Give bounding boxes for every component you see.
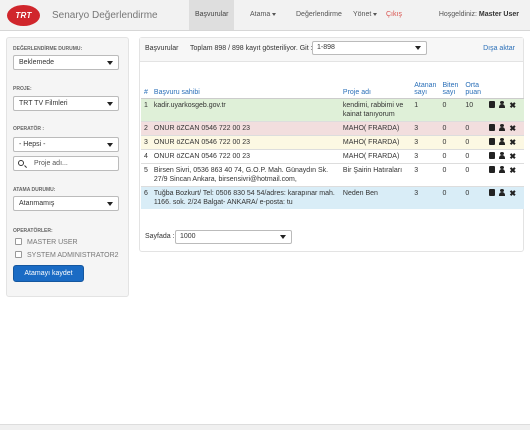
app-title[interactable]: Senaryo Değerlendirme: [52, 10, 158, 21]
project-search-input[interactable]: Proje adı...: [13, 156, 119, 171]
chevron-down-icon: [107, 61, 113, 65]
row-actions: ✖: [484, 97, 524, 121]
book-icon[interactable]: [489, 188, 496, 196]
chevron-down-icon: [280, 235, 286, 239]
table-row[interactable]: 1 kadir.uyarkosgeb.gov.tr kendimi, rabbi…: [141, 97, 524, 121]
table-row[interactable]: 5 Birsen Sivri, 0536 863 40 74, G.O.P. M…: [141, 162, 524, 186]
applications-table: # Başvuru sahibi Proje adı Atanan sayı B…: [141, 74, 524, 209]
status-label: DEĞERLENDİRME DURUMU:: [13, 46, 83, 52]
user-greeting: Hoşgeldiniz: Master User: [438, 11, 519, 18]
close-icon[interactable]: ✖: [509, 152, 516, 160]
assign-label: ATAMA DURUMU:: [13, 187, 56, 193]
checkbox[interactable]: [15, 238, 22, 245]
table-row[interactable]: 3 ONUR öZCAN 0546 722 00 23 MAHO( FRARDA…: [141, 134, 524, 149]
assign-select[interactable]: Atanmamış: [13, 196, 119, 211]
chevron-down-icon: [373, 12, 378, 16]
project-label: PROJE:: [13, 86, 32, 92]
col-owner[interactable]: Başvuru sahibi: [150, 74, 340, 99]
col-avg[interactable]: Orta puan: [462, 74, 485, 99]
record-summary: Toplam 898 / 898 kayıt gösteriliyor. Git…: [190, 45, 313, 52]
book-icon[interactable]: [489, 123, 496, 131]
col-index[interactable]: #: [141, 74, 151, 99]
checkbox[interactable]: [15, 251, 22, 258]
table-row[interactable]: 2 ONUR öZCAN 0546 722 00 23 MAHO( FRARDA…: [141, 120, 524, 135]
panel-toolbar: Başvurular Toplam 898 / 898 kayıt göster…: [140, 38, 523, 62]
nav-degerlendirme[interactable]: Değerlendirme: [290, 0, 348, 30]
operator-checkbox-master[interactable]: MASTER USER: [15, 238, 78, 246]
table-header-row: # Başvuru sahibi Proje adı Atanan sayı B…: [141, 74, 524, 99]
chevron-down-icon: [107, 143, 113, 147]
close-icon[interactable]: ✖: [509, 101, 516, 109]
col-assigned[interactable]: Atanan sayı: [411, 74, 440, 99]
filter-sidebar: DEĞERLENDİRME DURUMU: Beklemede PROJE: T…: [6, 37, 129, 297]
nav-atama[interactable]: Atama: [244, 0, 282, 30]
export-link[interactable]: Dışa aktar: [483, 45, 515, 52]
book-icon[interactable]: [489, 100, 496, 108]
page-range-select[interactable]: 1-898: [312, 41, 427, 55]
project-select[interactable]: TRT TV Filmleri: [13, 96, 119, 111]
table-row[interactable]: 4 ONUR öZCAN 0546 722 00 23 MAHO( FRARDA…: [141, 148, 524, 163]
chevron-down-icon: [107, 202, 113, 206]
save-assignment-button[interactable]: Atamayı kaydet: [13, 265, 84, 282]
chevron-down-icon: [415, 46, 421, 50]
chevron-down-icon: [107, 102, 113, 106]
trt-logo[interactable]: TRT: [7, 5, 40, 26]
row-actions: ✖: [484, 148, 524, 163]
row-actions: ✖: [484, 185, 524, 209]
operators-label: OPERATÖRLER:: [13, 228, 53, 234]
row-actions: ✖: [484, 120, 524, 135]
page-footer: [0, 424, 530, 430]
nav-yonet[interactable]: Yönet: [347, 0, 383, 30]
user-icon[interactable]: [499, 100, 506, 108]
book-icon[interactable]: [489, 151, 496, 159]
top-navbar: TRT Senaryo Değerlendirme Başvurular Ata…: [0, 0, 530, 31]
user-icon[interactable]: [499, 165, 506, 173]
book-icon[interactable]: [489, 137, 496, 145]
table-row[interactable]: 6 Tuğba Bozkurt/ Tel: 0506 830 54 54/adr…: [141, 185, 524, 209]
user-icon[interactable]: [499, 151, 506, 159]
col-done[interactable]: Biten sayı: [439, 74, 463, 99]
book-icon[interactable]: [489, 165, 496, 173]
close-icon[interactable]: ✖: [509, 189, 516, 197]
page-size-select[interactable]: 1000: [175, 230, 292, 244]
page-size-label: Sayfada :: [145, 233, 175, 240]
nav-basvurular[interactable]: Başvurular: [189, 0, 235, 30]
status-select[interactable]: Beklemede: [13, 55, 119, 70]
user-icon[interactable]: [499, 137, 506, 145]
search-icon: [18, 160, 24, 166]
operator-select[interactable]: - Hepsi -: [13, 137, 119, 152]
applications-panel: Başvurular Toplam 898 / 898 kayıt göster…: [139, 37, 524, 252]
row-actions: ✖: [484, 162, 524, 186]
close-icon[interactable]: ✖: [509, 124, 516, 132]
close-icon[interactable]: ✖: [509, 138, 516, 146]
nav-cikis[interactable]: Çıkış: [380, 0, 408, 30]
user-icon[interactable]: [499, 188, 506, 196]
close-icon[interactable]: ✖: [509, 166, 516, 174]
operator-checkbox-sysadmin[interactable]: SYSTEM ADMINISTRATOR2: [15, 251, 119, 259]
row-actions: ✖: [484, 134, 524, 149]
user-icon[interactable]: [499, 123, 506, 131]
col-actions: [484, 74, 524, 99]
col-project[interactable]: Proje adı: [339, 74, 412, 99]
panel-title: Başvurular: [145, 45, 179, 52]
operator-label: OPERATÖR :: [13, 126, 45, 132]
chevron-down-icon: [272, 12, 277, 16]
